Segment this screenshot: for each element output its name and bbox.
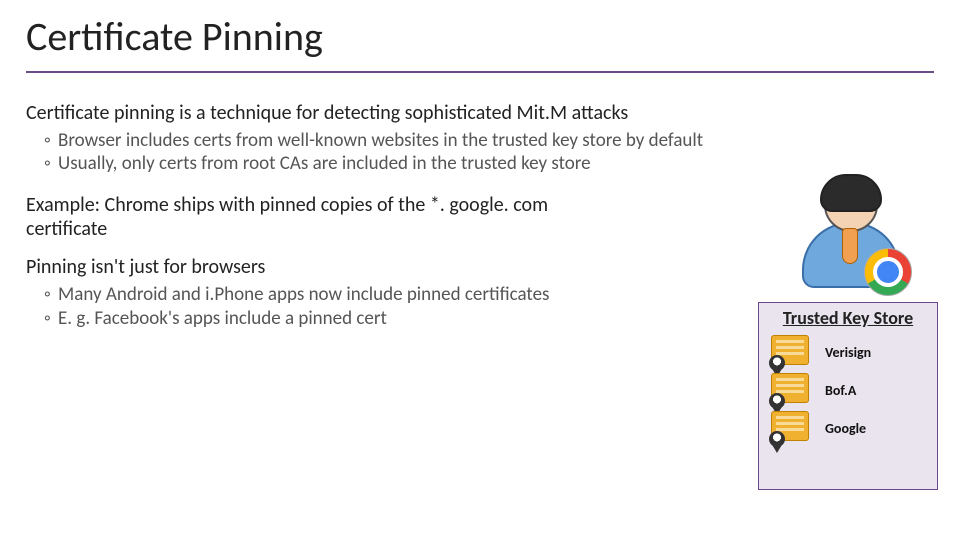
- slide-title: Certificate Pinning: [26, 12, 934, 61]
- certificate-icon: [767, 335, 811, 369]
- trusted-key-store-panel: Trusted Key Store Verisign Bof.A Google: [758, 302, 938, 490]
- paragraph-1: Certificate pinning is a technique for d…: [26, 101, 726, 125]
- title-row: Certificate Pinning: [0, 0, 960, 65]
- user-avatar-icon: [794, 176, 904, 286]
- cert-entry: Bof.A: [767, 373, 929, 407]
- user-browser-illustration: [794, 176, 904, 286]
- bullet-item: E. g. Facebook's apps include a pinned c…: [44, 307, 744, 330]
- paragraph-3: Pinning isn't just for browsers: [26, 255, 726, 279]
- bullet-item: Browser includes certs from well-known w…: [44, 129, 744, 152]
- cert-entry: Verisign: [767, 335, 929, 369]
- chrome-logo-icon: [864, 248, 912, 296]
- cert-entry: Google: [767, 411, 929, 445]
- paragraph-2: Example: Chrome ships with pinned copies…: [26, 193, 586, 241]
- paragraph-3-sublist: Many Android and i.Phone apps now includ…: [26, 283, 744, 329]
- paragraph-1-sublist: Browser includes certs from well-known w…: [26, 129, 744, 175]
- cert-label: Bof.A: [825, 382, 856, 399]
- slide: Certificate Pinning Certificate pinning …: [0, 0, 960, 540]
- bullet-item: Many Android and i.Phone apps now includ…: [44, 283, 744, 306]
- certificate-icon: [767, 373, 811, 407]
- cert-label: Verisign: [825, 344, 871, 361]
- bullet-item: Usually, only certs from root CAs are in…: [44, 152, 744, 175]
- cert-label: Google: [825, 420, 866, 437]
- trusted-key-store-title: Trusted Key Store: [765, 307, 931, 329]
- certificate-icon: [767, 411, 811, 445]
